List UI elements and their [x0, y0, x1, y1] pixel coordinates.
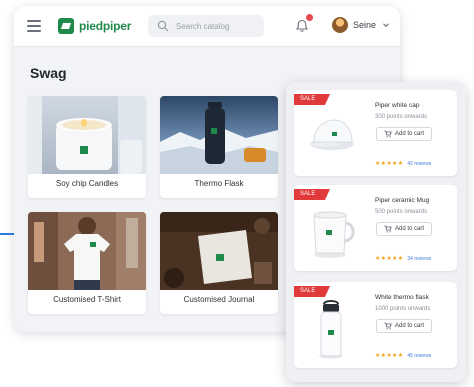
star-rating-icon: ★★★★★	[375, 161, 404, 167]
product-card-cap[interactable]: SALE Piper white cap 300 points onwards …	[294, 90, 457, 176]
logo-mark-icon	[58, 18, 74, 34]
rating: ★★★★★ 45 reviews	[375, 352, 431, 360]
cart-icon	[384, 322, 392, 330]
product-name: Piper ceramic Mug	[375, 197, 430, 204]
cart-icon	[384, 130, 392, 138]
cart-icon	[384, 225, 392, 233]
rating: ★★★★★ 34 reviews	[375, 255, 431, 263]
add-to-cart-button[interactable]: Add to cart	[376, 127, 432, 141]
search-icon	[157, 20, 169, 32]
star-rating-icon: ★★★★★	[375, 256, 404, 262]
catalog-card-candles[interactable]: Soy chip Candles	[28, 96, 146, 198]
avatar	[332, 17, 348, 33]
mug-image	[313, 211, 355, 258]
catalog-card-tshirt[interactable]: Customised T-Shirt	[28, 212, 146, 314]
product-name: Piper white cap	[375, 102, 420, 109]
add-to-cart-label: Add to cart	[394, 131, 424, 137]
product-card-mug[interactable]: SALE Piper ceramic Mug 500 points onward…	[294, 185, 457, 271]
product-name: White thermo flask	[375, 294, 429, 301]
product-points: 1000 points onwards	[375, 306, 431, 312]
user-menu[interactable]: Seine	[332, 17, 390, 33]
journal-image	[160, 212, 278, 290]
card-label: Customised Journal	[183, 295, 255, 304]
reviews-link[interactable]: 42 reviews	[407, 161, 431, 167]
sale-badge: SALE	[294, 189, 330, 200]
add-to-cart-button[interactable]: Add to cart	[376, 222, 432, 236]
top-bar: piedpiper Seine	[14, 6, 400, 47]
card-label: Soy chip Candles	[55, 179, 119, 188]
product-points: 300 points onwards	[375, 114, 428, 120]
reviews-link[interactable]: 45 reviews	[407, 353, 431, 359]
search-box[interactable]	[148, 15, 264, 37]
reviews-link[interactable]: 34 reviews	[407, 256, 431, 262]
hamburger-menu-icon[interactable]	[27, 20, 41, 32]
rating: ★★★★★ 42 reviews	[375, 160, 431, 168]
user-name: Seine	[353, 20, 377, 30]
white-flask-image	[319, 300, 343, 359]
tshirt-image	[28, 212, 146, 290]
add-to-cart-label: Add to cart	[394, 226, 424, 232]
thermo-flask-image	[160, 96, 278, 174]
notification-badge	[306, 14, 313, 21]
catalog-card-journal[interactable]: Customised Journal	[160, 212, 278, 314]
chevron-down-icon	[383, 23, 389, 28]
star-rating-icon: ★★★★★	[375, 353, 404, 359]
add-to-cart-label: Add to cart	[394, 323, 424, 329]
sale-badge: SALE	[294, 94, 330, 105]
card-label: Thermo Flask	[194, 179, 244, 188]
search-input[interactable]	[174, 20, 264, 32]
catalog-card-thermo-flask[interactable]: Thermo Flask	[160, 96, 278, 198]
product-points: 500 points onwards	[375, 209, 428, 215]
logo-text: piedpiper	[79, 19, 132, 33]
product-panel: SALE Piper white cap 300 points onwards …	[286, 82, 466, 382]
add-to-cart-button[interactable]: Add to cart	[376, 319, 432, 333]
card-label: Customised T-Shirt	[53, 295, 121, 304]
cap-image	[308, 119, 354, 150]
product-card-flask[interactable]: SALE White thermo flask 1000 points onwa…	[294, 282, 457, 368]
candle-image	[28, 96, 146, 174]
page-title: Swag	[30, 65, 67, 81]
sale-badge: SALE	[294, 286, 330, 297]
logo[interactable]: piedpiper	[58, 18, 131, 34]
